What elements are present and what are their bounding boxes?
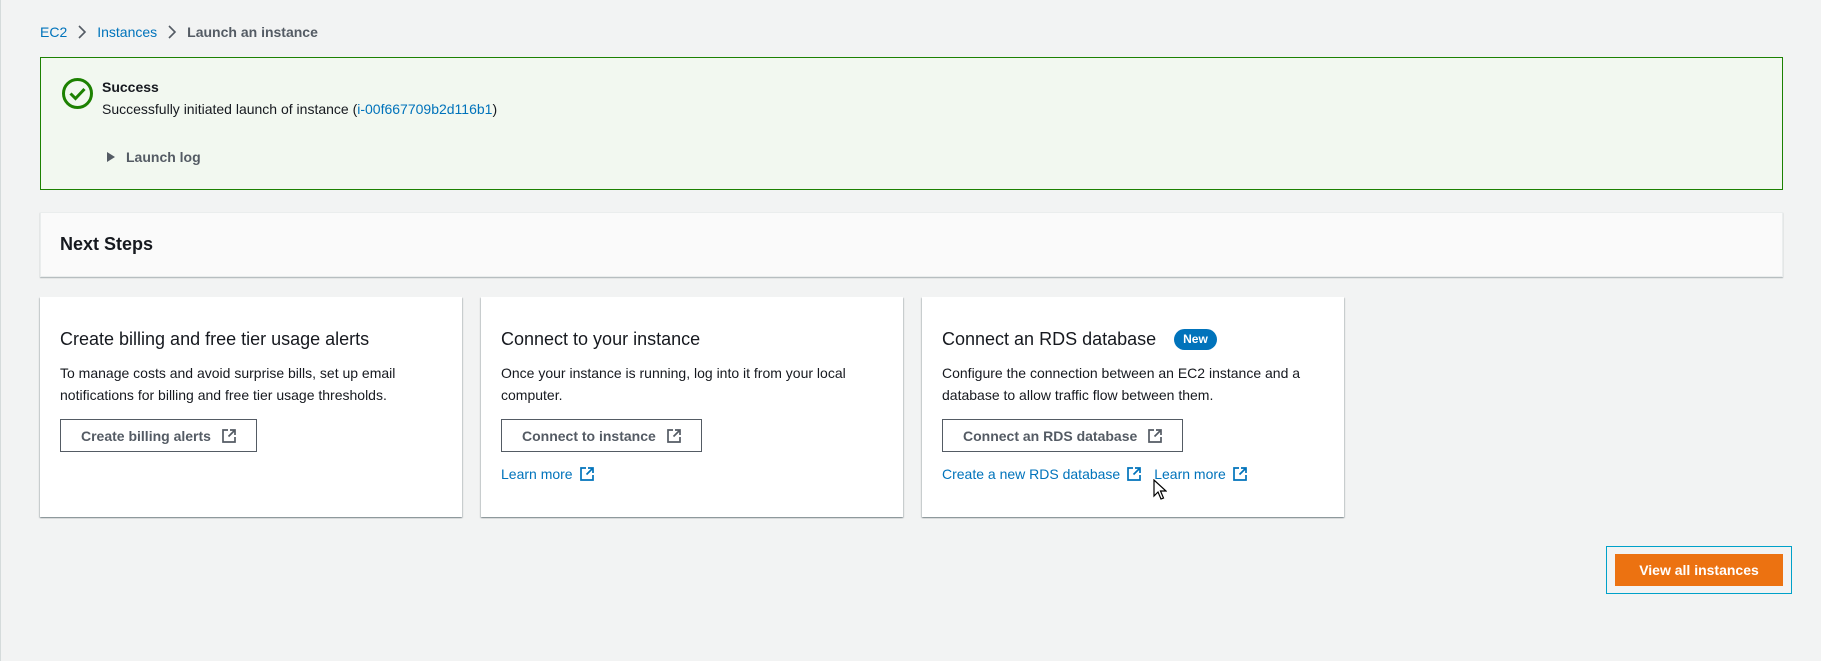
view-all-instances-button[interactable]: View all instances <box>1615 554 1783 586</box>
card-title: Create billing and free tier usage alert… <box>60 329 370 349</box>
new-badge: New <box>1174 328 1217 350</box>
instance-id-link[interactable]: i-00f667709b2d116b1 <box>357 101 492 117</box>
button-label: Create billing alerts <box>81 427 211 444</box>
learn-more-row: Learn more <box>501 466 883 482</box>
chevron-right-icon <box>67 24 97 40</box>
rds-links-row: Create a new RDS database Learn more <box>942 466 1324 482</box>
learn-more-link[interactable]: Learn more <box>501 466 573 482</box>
button-label: Connect an RDS database <box>963 427 1138 444</box>
check-circle-icon <box>61 77 94 110</box>
breadcrumb-item-instances[interactable]: Instances <box>97 24 157 40</box>
connect-instance-card: Connect to your instance Once your insta… <box>481 297 903 517</box>
create-rds-database-link[interactable]: Create a new RDS database <box>942 466 1120 482</box>
breadcrumb: EC2 Instances Launch an instance <box>40 22 318 42</box>
card-title: Connect to your instance <box>501 329 701 349</box>
connect-rds-database-button[interactable]: Connect an RDS database <box>942 419 1184 452</box>
breadcrumb-item-ec2[interactable]: EC2 <box>40 24 67 40</box>
chevron-right-icon <box>157 24 187 40</box>
flash-message: Successfully initiated launch of instanc… <box>102 101 497 117</box>
create-billing-alerts-button[interactable]: Create billing alerts <box>60 419 257 452</box>
flash-message-prefix: Successfully initiated launch of instanc… <box>102 101 358 117</box>
external-link-icon <box>222 428 236 443</box>
launch-log-label: Launch log <box>126 149 201 165</box>
breadcrumb-current: Launch an instance <box>187 24 318 40</box>
card-description: Once your instance is running, log into … <box>501 365 846 403</box>
external-link-icon <box>1148 428 1163 443</box>
external-link-icon <box>666 428 681 443</box>
connect-to-instance-button[interactable]: Connect to instance <box>501 419 702 452</box>
card-title-row: Connect an RDS database New <box>942 327 1324 351</box>
mouse-cursor-icon <box>1153 478 1168 501</box>
flash-title: Success <box>102 79 159 95</box>
success-flash: Success Successfully initiated launch of… <box>40 57 1783 190</box>
external-link-icon[interactable] <box>579 467 594 481</box>
external-link-icon[interactable] <box>1232 467 1247 481</box>
card-description: To manage costs and avoid surprise bills… <box>60 365 396 403</box>
external-link-icon[interactable] <box>1127 467 1142 481</box>
next-steps-title: Next Steps <box>60 234 154 254</box>
flash-message-suffix: ) <box>492 101 498 117</box>
caret-right-icon <box>107 151 117 163</box>
card-title: Connect an RDS database <box>942 329 1157 349</box>
card-description: Configure the connection between an EC2 … <box>942 365 1301 403</box>
launch-log-toggle[interactable]: Launch log <box>107 149 201 165</box>
next-steps-header: Next Steps <box>40 212 1783 277</box>
primary-button-focus-ring: View all instances <box>1606 546 1792 594</box>
button-label: Connect to instance <box>522 427 656 444</box>
billing-alerts-card: Create billing and free tier usage alert… <box>40 297 462 517</box>
rds-database-card: Connect an RDS database New Configure th… <box>922 297 1344 517</box>
page-left-border <box>0 0 1 661</box>
